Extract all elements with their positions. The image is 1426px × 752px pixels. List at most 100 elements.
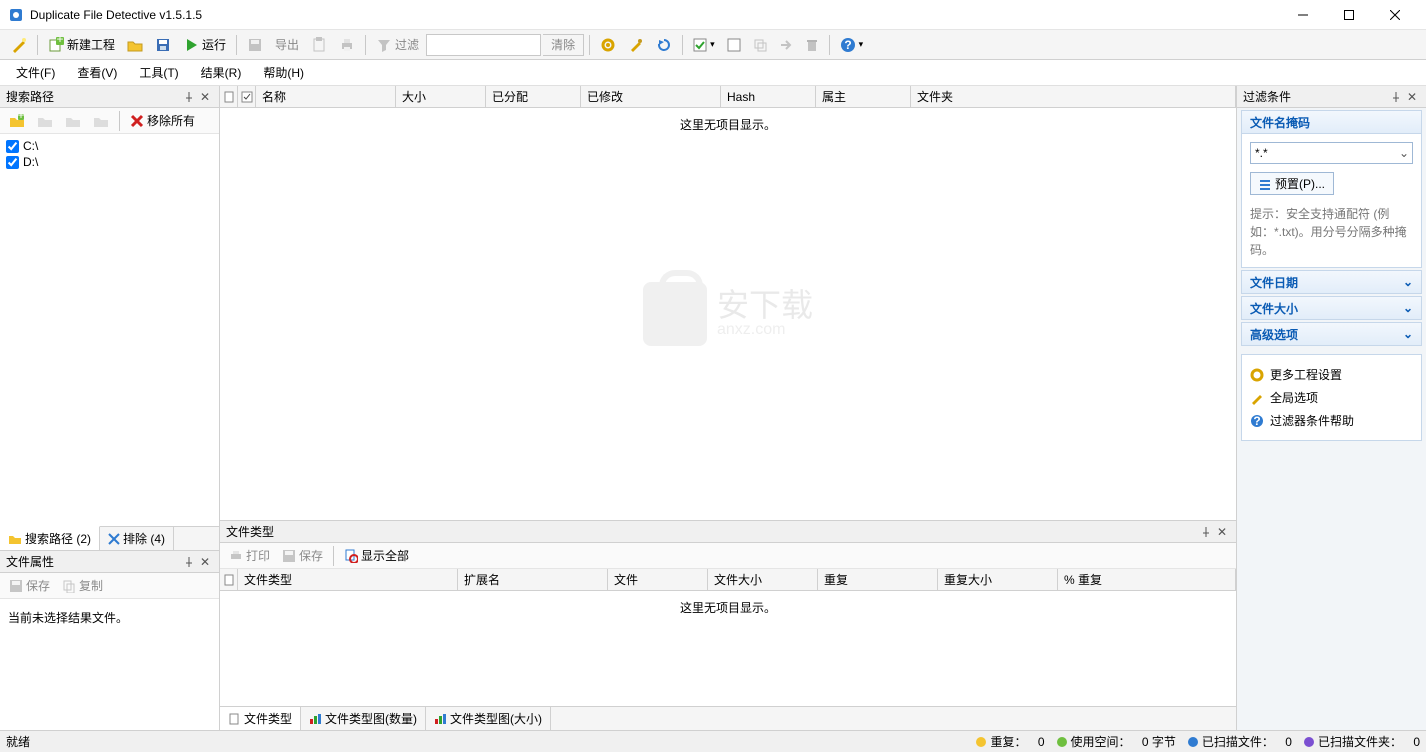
preset-button[interactable]: 预置(P)... bbox=[1250, 172, 1334, 195]
file-types-toolbar: 打印 保存 显示全部 bbox=[220, 543, 1236, 569]
filter-input[interactable] bbox=[426, 34, 541, 56]
close-icon[interactable]: ✕ bbox=[197, 554, 213, 570]
run-button[interactable]: 运行 bbox=[178, 33, 231, 57]
print-button[interactable] bbox=[334, 33, 360, 57]
path-checkbox[interactable] bbox=[6, 140, 19, 153]
add-network-button[interactable] bbox=[32, 109, 58, 133]
save-results-button[interactable] bbox=[242, 33, 268, 57]
move-checked-button[interactable] bbox=[774, 33, 798, 57]
tab-exclude[interactable]: 排除 (4) bbox=[100, 527, 174, 550]
col-dsize[interactable]: 重复大小 bbox=[938, 569, 1058, 590]
col-modified[interactable]: 已修改 bbox=[581, 86, 721, 107]
edit-path-button[interactable] bbox=[60, 109, 86, 133]
search-paths-toolbar: + 移除所有 bbox=[0, 108, 219, 134]
link-global-options[interactable]: 全局选项 bbox=[1250, 386, 1413, 409]
tab-chart-size[interactable]: 文件类型图(大小) bbox=[426, 707, 551, 730]
close-button[interactable] bbox=[1372, 0, 1418, 30]
toolbar-separator bbox=[37, 35, 38, 55]
tab-search-paths[interactable]: 搜索路径 (2) bbox=[0, 526, 100, 550]
bottom-print-button[interactable]: 打印 bbox=[224, 544, 275, 568]
pin-icon[interactable] bbox=[181, 89, 197, 105]
maximize-button[interactable] bbox=[1326, 0, 1372, 30]
save-project-button[interactable] bbox=[150, 33, 176, 57]
col-icon[interactable] bbox=[220, 86, 238, 107]
uncheck-all-button[interactable] bbox=[722, 33, 746, 57]
col-hash[interactable]: Hash bbox=[721, 86, 816, 107]
tab-file-type[interactable]: 文件类型 bbox=[220, 707, 301, 730]
export-button[interactable]: 导出 bbox=[270, 33, 304, 57]
show-all-button[interactable]: 显示全部 bbox=[339, 544, 414, 568]
mask-input[interactable] bbox=[1250, 142, 1413, 164]
menu-tools[interactable]: 工具(T) bbox=[129, 61, 188, 84]
col-name[interactable]: 名称 bbox=[256, 86, 396, 107]
attr-save-button[interactable]: 保存 bbox=[4, 574, 55, 598]
open-project-button[interactable] bbox=[122, 33, 148, 57]
refresh-button[interactable] bbox=[651, 33, 677, 57]
acc-file-date[interactable]: 文件日期⌄ bbox=[1241, 270, 1422, 294]
col-owner[interactable]: 属主 bbox=[816, 86, 911, 107]
delete-checked-button[interactable] bbox=[800, 33, 824, 57]
path-item[interactable]: D:\ bbox=[6, 154, 213, 170]
col-type[interactable]: 文件类型 bbox=[238, 569, 458, 590]
help-button[interactable]: ?▾ bbox=[835, 33, 869, 57]
dot-icon bbox=[976, 737, 986, 747]
close-icon[interactable]: ✕ bbox=[1404, 89, 1420, 105]
path-item[interactable]: C:\ bbox=[6, 138, 213, 154]
acc-filename-mask[interactable]: 文件名掩码 bbox=[1241, 110, 1422, 134]
attr-copy-button[interactable]: 复制 bbox=[57, 574, 108, 598]
tab-chart-count[interactable]: 文件类型图(数量) bbox=[301, 707, 426, 730]
col-files[interactable]: 文件 bbox=[608, 569, 708, 590]
link-more-settings[interactable]: 更多工程设置 bbox=[1250, 363, 1413, 386]
pin-icon[interactable] bbox=[1388, 89, 1404, 105]
col-fsize[interactable]: 文件大小 bbox=[708, 569, 818, 590]
filter-button[interactable]: 过滤 bbox=[371, 33, 424, 57]
col-pct[interactable]: % 重复 bbox=[1058, 569, 1236, 590]
menu-results[interactable]: 结果(R) bbox=[191, 61, 252, 84]
check-all-button[interactable]: ▾ bbox=[688, 33, 720, 57]
col-dup[interactable]: 重复 bbox=[818, 569, 938, 590]
file-types-panel: 文件类型 ✕ 打印 保存 显示全部 文件类型 扩展名 文件 文件大小 重复 重复… bbox=[220, 520, 1236, 730]
clear-filter-button[interactable]: 清除 bbox=[543, 34, 584, 56]
pin-icon[interactable] bbox=[181, 554, 197, 570]
remove-all-label: 移除所有 bbox=[147, 112, 195, 129]
add-path-button[interactable]: + bbox=[4, 109, 30, 133]
menu-help[interactable]: 帮助(H) bbox=[253, 61, 314, 84]
status-duplicates: 重复： 0 bbox=[976, 733, 1044, 750]
menu-file[interactable]: 文件(F) bbox=[6, 61, 65, 84]
mask-hint: 提示：安全支持通配符 (例如：*.txt)。用分号分隔多种掩码。 bbox=[1250, 205, 1413, 259]
acc-file-size[interactable]: 文件大小⌄ bbox=[1241, 296, 1422, 320]
path-label: C:\ bbox=[23, 139, 38, 153]
col-icon[interactable] bbox=[220, 569, 238, 590]
acc-advanced[interactable]: 高级选项⌄ bbox=[1241, 322, 1422, 346]
status-used-space: 使用空间： 0 字节 bbox=[1057, 733, 1176, 750]
close-icon[interactable]: ✕ bbox=[1214, 524, 1230, 540]
file-types-title: 文件类型 bbox=[226, 523, 1198, 540]
remove-path-button[interactable] bbox=[88, 109, 114, 133]
new-project-button[interactable]: +新建工程 bbox=[43, 33, 120, 57]
toolbar-separator bbox=[119, 111, 120, 131]
run-label: 运行 bbox=[202, 36, 226, 53]
wizard-button[interactable] bbox=[6, 33, 32, 57]
export-clipboard-button[interactable] bbox=[306, 33, 332, 57]
minimize-button[interactable] bbox=[1280, 0, 1326, 30]
options-button[interactable] bbox=[623, 33, 649, 57]
search-paths-title: 搜索路径 bbox=[6, 88, 181, 105]
center-column: 名称 大小 已分配 已修改 Hash 属主 文件夹 这里无项目显示。 安下载an… bbox=[220, 86, 1236, 730]
link-filter-help[interactable]: ?过滤器条件帮助 bbox=[1250, 409, 1413, 432]
path-checkbox[interactable] bbox=[6, 156, 19, 169]
settings-button[interactable] bbox=[595, 33, 621, 57]
col-check[interactable] bbox=[238, 86, 256, 107]
pin-icon[interactable] bbox=[1198, 524, 1214, 540]
remove-all-button[interactable]: 移除所有 bbox=[125, 109, 200, 133]
col-alloc[interactable]: 已分配 bbox=[486, 86, 581, 107]
copy-checked-button[interactable] bbox=[748, 33, 772, 57]
chevron-down-icon: ⌄ bbox=[1403, 301, 1413, 315]
col-folder[interactable]: 文件夹 bbox=[911, 86, 1236, 107]
file-types-grid-header: 文件类型 扩展名 文件 文件大小 重复 重复大小 % 重复 bbox=[220, 569, 1236, 591]
menu-view[interactable]: 查看(V) bbox=[67, 61, 127, 84]
col-size[interactable]: 大小 bbox=[396, 86, 486, 107]
bottom-save-button[interactable]: 保存 bbox=[277, 544, 328, 568]
col-ext[interactable]: 扩展名 bbox=[458, 569, 608, 590]
close-icon[interactable]: ✕ bbox=[197, 89, 213, 105]
file-attributes-panel: 文件属性 ✕ 保存 复制 当前未选择结果文件。 bbox=[0, 550, 219, 730]
